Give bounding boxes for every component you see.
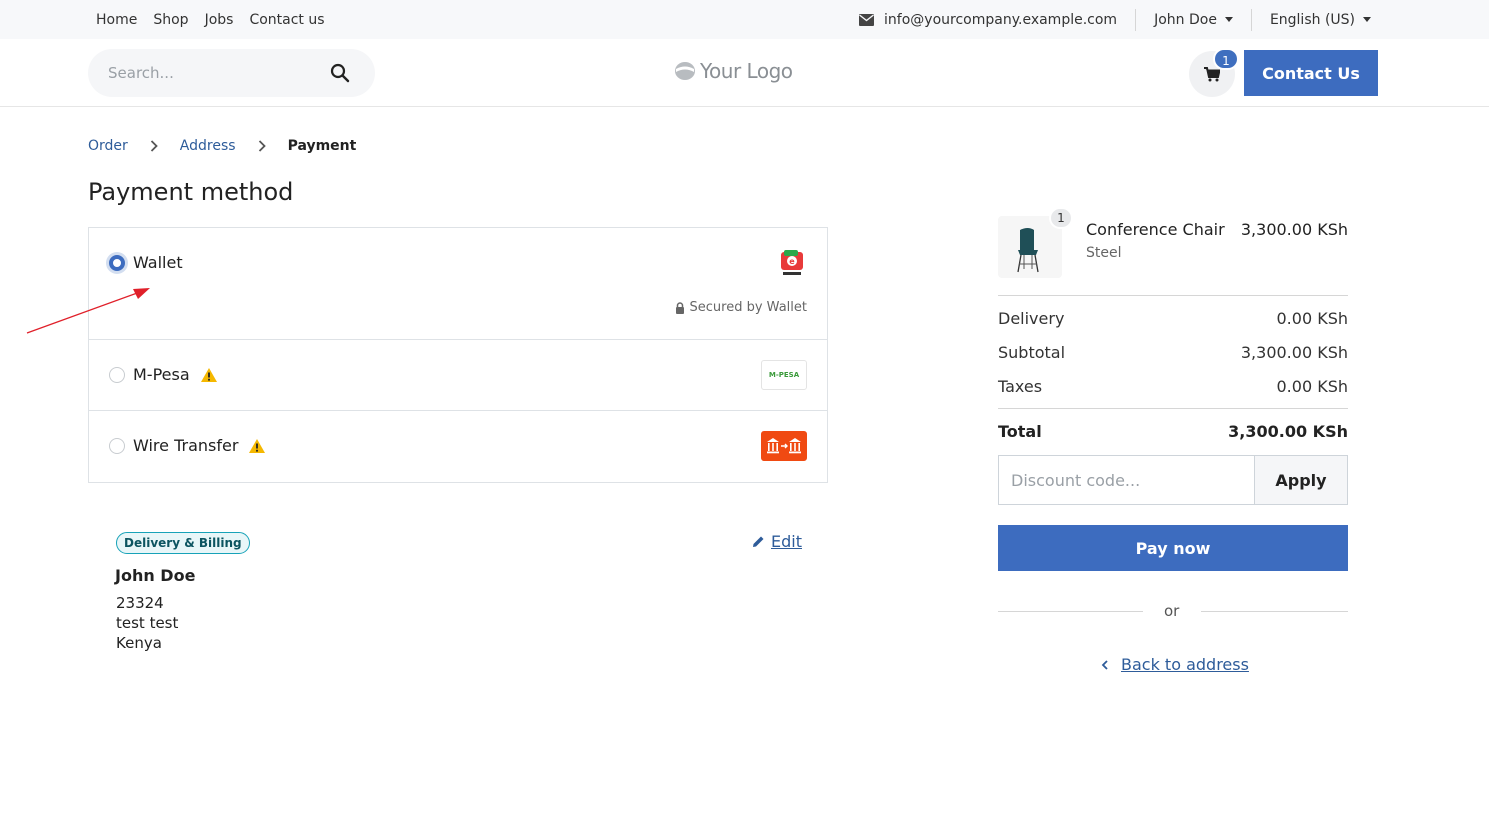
pencil-icon	[753, 536, 764, 547]
svg-text:e: e	[789, 257, 795, 266]
bank-transfer-icon	[761, 431, 807, 461]
subtotal-row: Subtotal 3,300.00 KSh	[998, 343, 1348, 362]
address-line: test test	[116, 614, 179, 632]
divider	[998, 295, 1348, 296]
taxes-value: 0.00 KSh	[1276, 377, 1349, 396]
contact-us-button[interactable]: Contact Us	[1244, 50, 1378, 96]
email-link[interactable]: info@yourcompany.example.com	[859, 12, 1117, 28]
chevron-down-icon	[1363, 17, 1371, 22]
language-dropdown[interactable]: English (US)	[1270, 12, 1371, 28]
discount-form: Apply	[998, 455, 1348, 505]
divider	[1135, 8, 1137, 31]
delivery-billing-badge: Delivery & Billing	[116, 532, 250, 554]
taxes-row: Taxes 0.00 KSh	[998, 377, 1348, 396]
payment-label-row: Wire Transfer	[133, 436, 266, 455]
page-title: Payment method	[88, 178, 294, 206]
user-name: John Doe	[1154, 11, 1217, 28]
payment-label: Wallet	[133, 253, 183, 272]
secured-text: Secured by Wallet	[689, 300, 807, 315]
payment-option-wallet[interactable]: Wallet e Secured by Wallet	[89, 228, 827, 340]
divider	[998, 611, 1143, 612]
search-icon[interactable]	[330, 63, 350, 83]
payment-option-wire-transfer[interactable]: Wire Transfer	[89, 411, 827, 482]
mpesa-logo-text: M-PESA	[768, 371, 800, 379]
wallet-radio[interactable]	[109, 255, 125, 271]
email-text: info@yourcompany.example.com	[884, 11, 1118, 28]
search-box	[88, 49, 375, 97]
payment-label-row: M-Pesa	[133, 365, 218, 384]
address-line: 23324	[116, 594, 164, 612]
header: Your Logo 1 Contact Us	[0, 39, 1489, 107]
breadcrumb-order[interactable]: Order	[88, 138, 128, 154]
edit-address-link[interactable]: Edit	[752, 532, 802, 551]
total-row: Total 3,300.00 KSh	[998, 422, 1348, 441]
subtotal-value: 3,300.00 KSh	[1240, 343, 1348, 362]
logo-icon	[675, 62, 695, 80]
chevron-down-icon	[1224, 17, 1233, 22]
product-qty-badge: 1	[1049, 207, 1073, 229]
logo[interactable]: Your Logo	[674, 59, 793, 83]
product-variant: Steel	[1086, 245, 1122, 261]
chevron-right-icon	[150, 140, 158, 152]
top-right: info@yourcompany.example.com John Doe En…	[859, 0, 1371, 39]
back-label: Back to address	[1121, 655, 1249, 674]
subtotal-label: Subtotal	[998, 343, 1066, 362]
chevron-right-icon	[258, 140, 266, 152]
delivery-label: Delivery	[998, 309, 1065, 328]
cart-button[interactable]: 1	[1189, 48, 1239, 97]
back-to-address-link[interactable]: Back to address	[1101, 655, 1249, 674]
edit-label: Edit	[771, 532, 802, 551]
cart-icon	[1204, 67, 1220, 82]
pay-now-button[interactable]: Pay now	[998, 525, 1348, 571]
breadcrumb-payment: Payment	[287, 138, 357, 154]
wallet-logo-icon: e	[777, 248, 807, 278]
breadcrumb: Order Address Payment	[88, 138, 356, 154]
search-input[interactable]	[88, 49, 318, 97]
delivery-row: Delivery 0.00 KSh	[998, 309, 1348, 328]
top-nav: Home Shop Jobs Contact us	[96, 0, 341, 39]
taxes-label: Taxes	[998, 377, 1043, 396]
warning-icon	[200, 367, 217, 382]
secured-note: Secured by Wallet	[675, 300, 807, 315]
divider	[1250, 8, 1252, 31]
nav-shop[interactable]: Shop	[153, 12, 188, 28]
delivery-value: 0.00 KSh	[1276, 309, 1349, 328]
nav-home[interactable]: Home	[96, 12, 137, 28]
wire-transfer-radio[interactable]	[109, 438, 125, 454]
product-price: 3,300.00 KSh	[1240, 220, 1348, 239]
total-value: 3,300.00 KSh	[1228, 422, 1348, 441]
mpesa-radio[interactable]	[109, 367, 125, 383]
envelope-icon	[859, 13, 875, 26]
breadcrumb-address[interactable]: Address	[180, 138, 236, 154]
mpesa-logo-icon: M-PESA	[761, 360, 807, 390]
address-line: Kenya	[116, 634, 162, 652]
top-bar: Home Shop Jobs Contact us info@yourcompa…	[0, 0, 1489, 39]
warning-icon	[249, 438, 266, 453]
payment-methods: Wallet e Secured by Wallet M-Pesa M-PESA…	[88, 227, 828, 483]
total-label: Total	[998, 422, 1042, 441]
user-dropdown[interactable]: John Doe	[1154, 12, 1233, 28]
chevron-left-icon	[1101, 659, 1108, 670]
nav-jobs[interactable]: Jobs	[205, 12, 234, 28]
address-name: John Doe	[115, 566, 196, 585]
cart-count-badge: 1	[1213, 48, 1239, 70]
lock-icon	[675, 301, 684, 314]
product-name: Conference Chair	[1086, 220, 1225, 239]
language-label: English (US)	[1269, 11, 1355, 28]
payment-label: Wire Transfer	[133, 436, 239, 455]
logo-text: Your Logo	[700, 59, 793, 83]
payment-label: M-Pesa	[133, 365, 190, 384]
payment-option-mpesa[interactable]: M-Pesa M-PESA	[89, 340, 827, 411]
or-separator: or	[1164, 602, 1180, 620]
discount-code-input[interactable]	[999, 456, 1254, 504]
divider	[998, 408, 1348, 409]
nav-contact-us[interactable]: Contact us	[249, 12, 324, 28]
divider	[1201, 611, 1348, 612]
apply-discount-button[interactable]: Apply	[1254, 456, 1347, 504]
